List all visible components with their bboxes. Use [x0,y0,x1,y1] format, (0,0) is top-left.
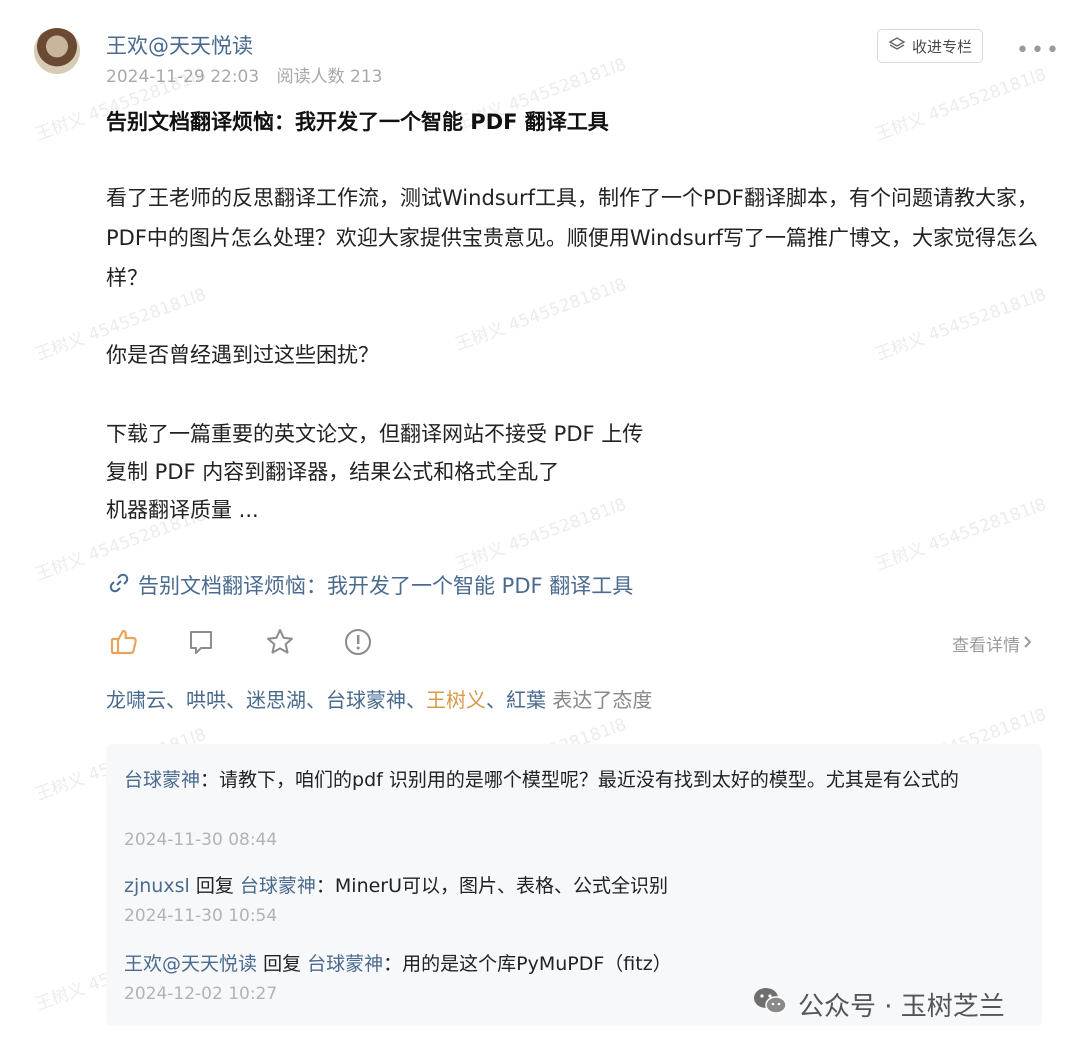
comment-user[interactable]: 台球蒙神 [124,769,200,791]
view-details-label: 查看详情 [952,636,1020,656]
post-question: 你是否曾经遇到过这些困扰？ [106,343,379,367]
reactor-name[interactable]: 迷思湖 [246,688,306,712]
post-datetime: 2024-11-29 22:03 [106,67,260,87]
brand-label: 公众号 · 玉树芝兰 [798,992,1005,1022]
comment-time: 2024-12-02 10:27 [124,984,278,1004]
separator: 、 [306,688,326,712]
post-line: 机器翻译质量 ... [106,498,259,522]
comment-text: ：请教下，咱们的pdf 识别用的是哪个模型呢？最近没有找到太好的模型。尤其是有公… [200,769,959,791]
report-icon[interactable] [340,624,376,660]
comment-icon[interactable] [183,624,219,660]
post-line: 复制 PDF 内容到翻译器，结果公式和格式全乱了 [106,460,560,484]
comment-text: ：用的是这个库PyMuPDF（fitz） [383,953,672,975]
reply-word: 回复 [263,953,302,975]
separator: 、 [486,688,506,712]
column-icon [888,36,906,56]
separator: 、 [226,688,246,712]
reply-word: 回复 [195,875,234,897]
reactions-line: 龙啸云、哄哄、迷思湖、台球蒙神、王树义、紅葉 表达了态度 [106,684,652,713]
star-icon[interactable] [262,624,298,660]
read-count: 阅读人数 213 [276,67,383,87]
reactor-name[interactable]: 紅葉 [506,688,546,712]
reactor-name[interactable]: 台球蒙神 [326,688,406,712]
article-link[interactable]: 告别文档翻译烦恼：我开发了一个智能 PDF 翻译工具 [108,570,633,600]
post-title: 告别文档翻译烦恼：我开发了一个智能 PDF 翻译工具 [106,110,609,134]
chevron-right-icon [1023,634,1033,654]
view-details-link[interactable]: 查看详情 [952,631,1033,656]
comment-time: 2024-11-30 08:44 [124,830,278,850]
add-to-column-button[interactable]: 收进专栏 [877,29,983,63]
article-link-text: 告别文档翻译烦恼：我开发了一个智能 PDF 翻译工具 [138,574,634,598]
separator: 、 [166,688,186,712]
reply-to-user[interactable]: 台球蒙神 [240,875,316,897]
thumbs-up-icon[interactable] [106,624,142,660]
reactions-tail: 表达了态度 [552,688,653,712]
comment-user[interactable]: zjnuxsl [124,875,190,897]
watermark: 王树义 4545528181l8 [452,494,629,576]
post-meta: 2024-11-29 22:03 阅读人数 213 [106,62,394,87]
avatar[interactable] [34,28,80,74]
reactor-name[interactable]: 龙啸云 [106,688,166,712]
link-icon [108,572,130,599]
reactor-name-highlight[interactable]: 王树义 [426,688,486,712]
comment-item: 台球蒙神：请教下，咱们的pdf 识别用的是哪个模型呢？最近没有找到太好的模型。尤… [124,764,1024,797]
more-options-icon[interactable]: ••• [1016,38,1061,63]
post-body-paragraph: 看了王老师的反思翻译工作流，测试Windsurf工具，制作了一个PDF翻译脚本，… [106,186,1038,290]
author-name[interactable]: 王欢@天天悦读 [106,30,253,60]
comment-user[interactable]: 王欢@天天悦读 [124,953,257,975]
watermark: 王树义 4545528181l8 [872,494,1049,576]
comment-time: 2024-11-30 10:54 [124,906,278,926]
comment-item: 王欢@天天悦读 回复 台球蒙神：用的是这个库PyMuPDF（fitz） [124,948,1024,981]
wechat-icon [752,986,788,1023]
reply-to-user[interactable]: 台球蒙神 [307,953,383,975]
watermark: 王树义 4545528181l8 [872,64,1049,146]
reactor-name[interactable]: 哄哄 [186,688,226,712]
wechat-brand: 公众号 · 玉树芝兰 [752,986,1005,1023]
add-to-column-label: 收进专栏 [911,37,972,56]
comment-item: zjnuxsl 回复 台球蒙神：MinerU可以，图片、表格、公式全识别 [124,870,1024,903]
comment-text: ：MinerU可以，图片、表格、公式全识别 [315,875,669,897]
separator: 、 [406,688,426,712]
post-line: 下载了一篇重要的英文论文，但翻译网站不接受 PDF 上传 [106,422,644,446]
